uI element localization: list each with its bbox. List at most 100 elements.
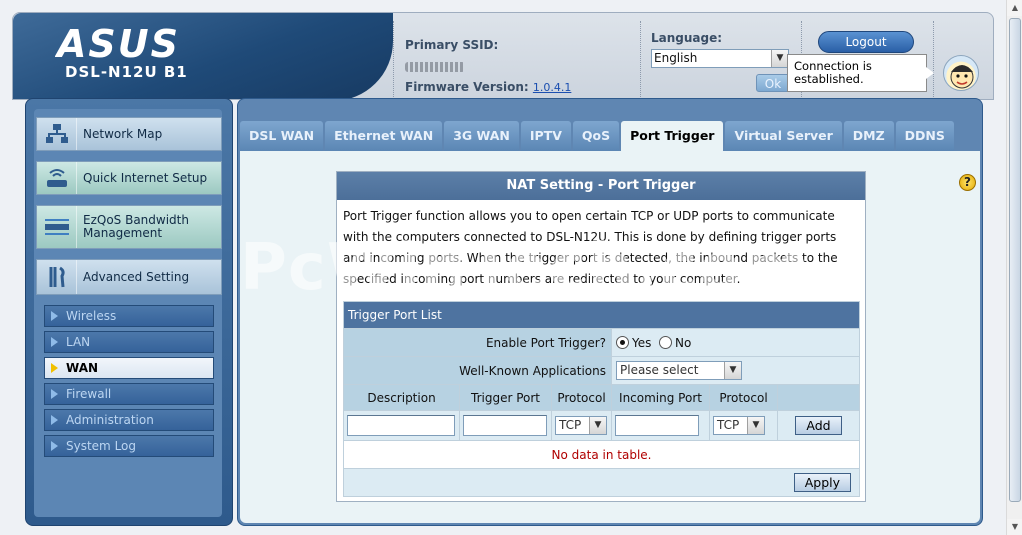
connection-status-icon[interactable] bbox=[943, 55, 979, 91]
svg-text:ASUS: ASUS bbox=[55, 23, 180, 63]
language-ok-button[interactable]: Ok bbox=[756, 74, 790, 92]
column-header-trigger-port: Trigger Port bbox=[459, 384, 552, 411]
enable-no-label: No bbox=[675, 335, 692, 350]
device-info: Primary SSID: Firmware Version: 1.0.4.1 bbox=[405, 35, 571, 98]
language-select[interactable]: English ▼ bbox=[651, 49, 789, 68]
tab-qos[interactable]: QoS bbox=[572, 121, 620, 151]
network-map-icon bbox=[37, 118, 77, 150]
scrollbar-thumb[interactable] bbox=[1009, 18, 1021, 502]
firmware-label: Firmware Version: bbox=[405, 80, 529, 94]
trigger-protocol-select[interactable]: TCP ▼ bbox=[555, 416, 607, 435]
add-button[interactable]: Add bbox=[795, 416, 842, 435]
tab-dsl-wan[interactable]: DSL WAN bbox=[240, 121, 324, 151]
arrow-right-icon bbox=[51, 389, 58, 399]
brand-banner: ASUS DSL-N12U B1 bbox=[13, 13, 393, 99]
sidebar-item-label: Advanced Setting bbox=[83, 270, 190, 284]
sidebar-item-label: Network Map bbox=[83, 127, 163, 141]
arrow-right-icon bbox=[51, 415, 58, 425]
vertical-scrollbar[interactable]: ▲ ▼ bbox=[1006, 0, 1022, 535]
apply-button[interactable]: Apply bbox=[793, 473, 851, 492]
tab-3g-wan[interactable]: 3G WAN bbox=[444, 121, 519, 151]
new-entry-row: TCP ▼ TCP ▼ Add bbox=[343, 410, 860, 441]
enable-yes-radio[interactable] bbox=[616, 335, 629, 349]
incoming-protocol-select[interactable]: TCP ▼ bbox=[713, 416, 765, 435]
tab-port-trigger[interactable]: Port Trigger bbox=[621, 121, 724, 153]
header-divider bbox=[393, 21, 394, 97]
help-icon[interactable]: ? bbox=[959, 174, 976, 191]
sidebar-item-quick-internet-setup[interactable]: Quick Internet Setup bbox=[36, 161, 222, 195]
well-known-apps-label: Well-Known Applications bbox=[343, 356, 612, 385]
sidebar-item-system-log[interactable]: System Log bbox=[44, 435, 214, 457]
model-name: DSL-N12U B1 bbox=[65, 63, 188, 81]
scroll-up-icon[interactable]: ▲ bbox=[1007, 0, 1022, 16]
tab-virtual-server[interactable]: Virtual Server bbox=[725, 121, 842, 151]
page-header: ASUS DSL-N12U B1 Primary SSID: Firmware … bbox=[12, 12, 994, 100]
enable-no-radio[interactable] bbox=[659, 335, 673, 349]
sidebar-subitem-label: Wireless bbox=[66, 309, 117, 323]
column-header-incoming-port: Incoming Port bbox=[611, 384, 710, 411]
table-footer: Apply bbox=[343, 468, 860, 497]
well-known-apps-select[interactable]: Please select ▼ bbox=[616, 361, 742, 380]
asus-logo: ASUS bbox=[55, 23, 180, 63]
tab-bar: DSL WAN Ethernet WAN 3G WAN IPTV QoS Por… bbox=[240, 121, 956, 153]
arrow-right-icon bbox=[51, 441, 58, 451]
language-value: English bbox=[654, 51, 698, 65]
header-divider bbox=[933, 21, 934, 97]
sidebar-subitem-label: System Log bbox=[66, 439, 136, 453]
chevron-down-icon[interactable]: ▼ bbox=[771, 50, 788, 67]
tab-ddns[interactable]: DDNS bbox=[895, 121, 954, 151]
sidebar-menu: Network Map Quick Internet Setup EzQoS B… bbox=[34, 109, 222, 517]
tools-icon bbox=[37, 260, 77, 294]
sidebar-subitem-label: Administration bbox=[66, 413, 154, 427]
primary-ssid-label: Primary SSID: bbox=[405, 38, 499, 52]
logout-button[interactable]: Logout bbox=[818, 31, 914, 53]
description-input[interactable] bbox=[347, 415, 455, 436]
chevron-down-icon[interactable]: ▼ bbox=[724, 362, 741, 379]
well-known-apps-value: Please select bbox=[620, 363, 699, 377]
column-header-protocol: Protocol bbox=[551, 384, 612, 411]
table-caption: Trigger Port List bbox=[343, 301, 860, 329]
tab-ethernet-wan[interactable]: Ethernet WAN bbox=[325, 121, 443, 151]
language-label: Language: bbox=[651, 31, 723, 45]
connection-status-tooltip: Connection is established. bbox=[787, 54, 934, 92]
sidebar-item-wan[interactable]: WAN bbox=[44, 357, 214, 379]
scroll-down-icon[interactable]: ▼ bbox=[1007, 519, 1022, 535]
arrow-right-icon bbox=[51, 311, 58, 321]
sidebar-item-wireless[interactable]: Wireless bbox=[44, 305, 214, 327]
sidebar-subitem-label: LAN bbox=[66, 335, 91, 349]
sidebar-item-firewall[interactable]: Firewall bbox=[44, 383, 214, 405]
empty-table-message: No data in table. bbox=[343, 440, 860, 469]
incoming-port-input[interactable] bbox=[615, 415, 699, 436]
arrow-right-icon bbox=[51, 363, 58, 373]
firmware-version-link[interactable]: 1.0.4.1 bbox=[533, 81, 571, 94]
chevron-down-icon[interactable]: ▼ bbox=[589, 417, 606, 434]
sidebar-subitem-label: WAN bbox=[66, 361, 99, 375]
well-known-apps-field: Please select ▼ bbox=[611, 356, 860, 385]
sidebar-item-network-map[interactable]: Network Map bbox=[36, 117, 222, 151]
header-divider bbox=[640, 21, 641, 97]
content-area: ? NAT Setting - Port Trigger Port Trigge… bbox=[240, 151, 980, 523]
sidebar: Network Map Quick Internet Setup EzQoS B… bbox=[25, 98, 233, 526]
ssid-value-image bbox=[405, 61, 465, 72]
qos-icon bbox=[37, 206, 77, 248]
sidebar-item-ezqos[interactable]: EzQoS Bandwidth Management bbox=[36, 205, 222, 249]
enable-port-trigger-field: Yes No bbox=[611, 328, 860, 357]
enable-yes-label: Yes bbox=[632, 335, 652, 350]
column-header-action bbox=[777, 384, 860, 411]
tab-iptv[interactable]: IPTV bbox=[520, 121, 571, 151]
sidebar-subitem-label: Firewall bbox=[66, 387, 112, 401]
main-area: DSL WAN Ethernet WAN 3G WAN IPTV QoS Por… bbox=[237, 98, 983, 526]
incoming-protocol-value: TCP bbox=[717, 418, 740, 432]
sidebar-item-administration[interactable]: Administration bbox=[44, 409, 214, 431]
tab-dmz[interactable]: DMZ bbox=[843, 121, 894, 151]
sidebar-item-lan[interactable]: LAN bbox=[44, 331, 214, 353]
panel-description: Port Trigger function allows you to open… bbox=[343, 209, 838, 286]
port-trigger-panel: NAT Setting - Port Trigger Port Trigger … bbox=[336, 171, 866, 502]
sidebar-item-label: Quick Internet Setup bbox=[83, 171, 208, 185]
trigger-port-input[interactable] bbox=[463, 415, 547, 436]
arrow-right-icon bbox=[51, 337, 58, 347]
chevron-down-icon[interactable]: ▼ bbox=[747, 417, 764, 434]
enable-port-trigger-label: Enable Port Trigger? bbox=[343, 328, 612, 357]
sidebar-item-advanced-setting[interactable]: Advanced Setting bbox=[36, 259, 222, 295]
trigger-port-table: Trigger Port List Enable Port Trigger? Y… bbox=[343, 301, 860, 497]
